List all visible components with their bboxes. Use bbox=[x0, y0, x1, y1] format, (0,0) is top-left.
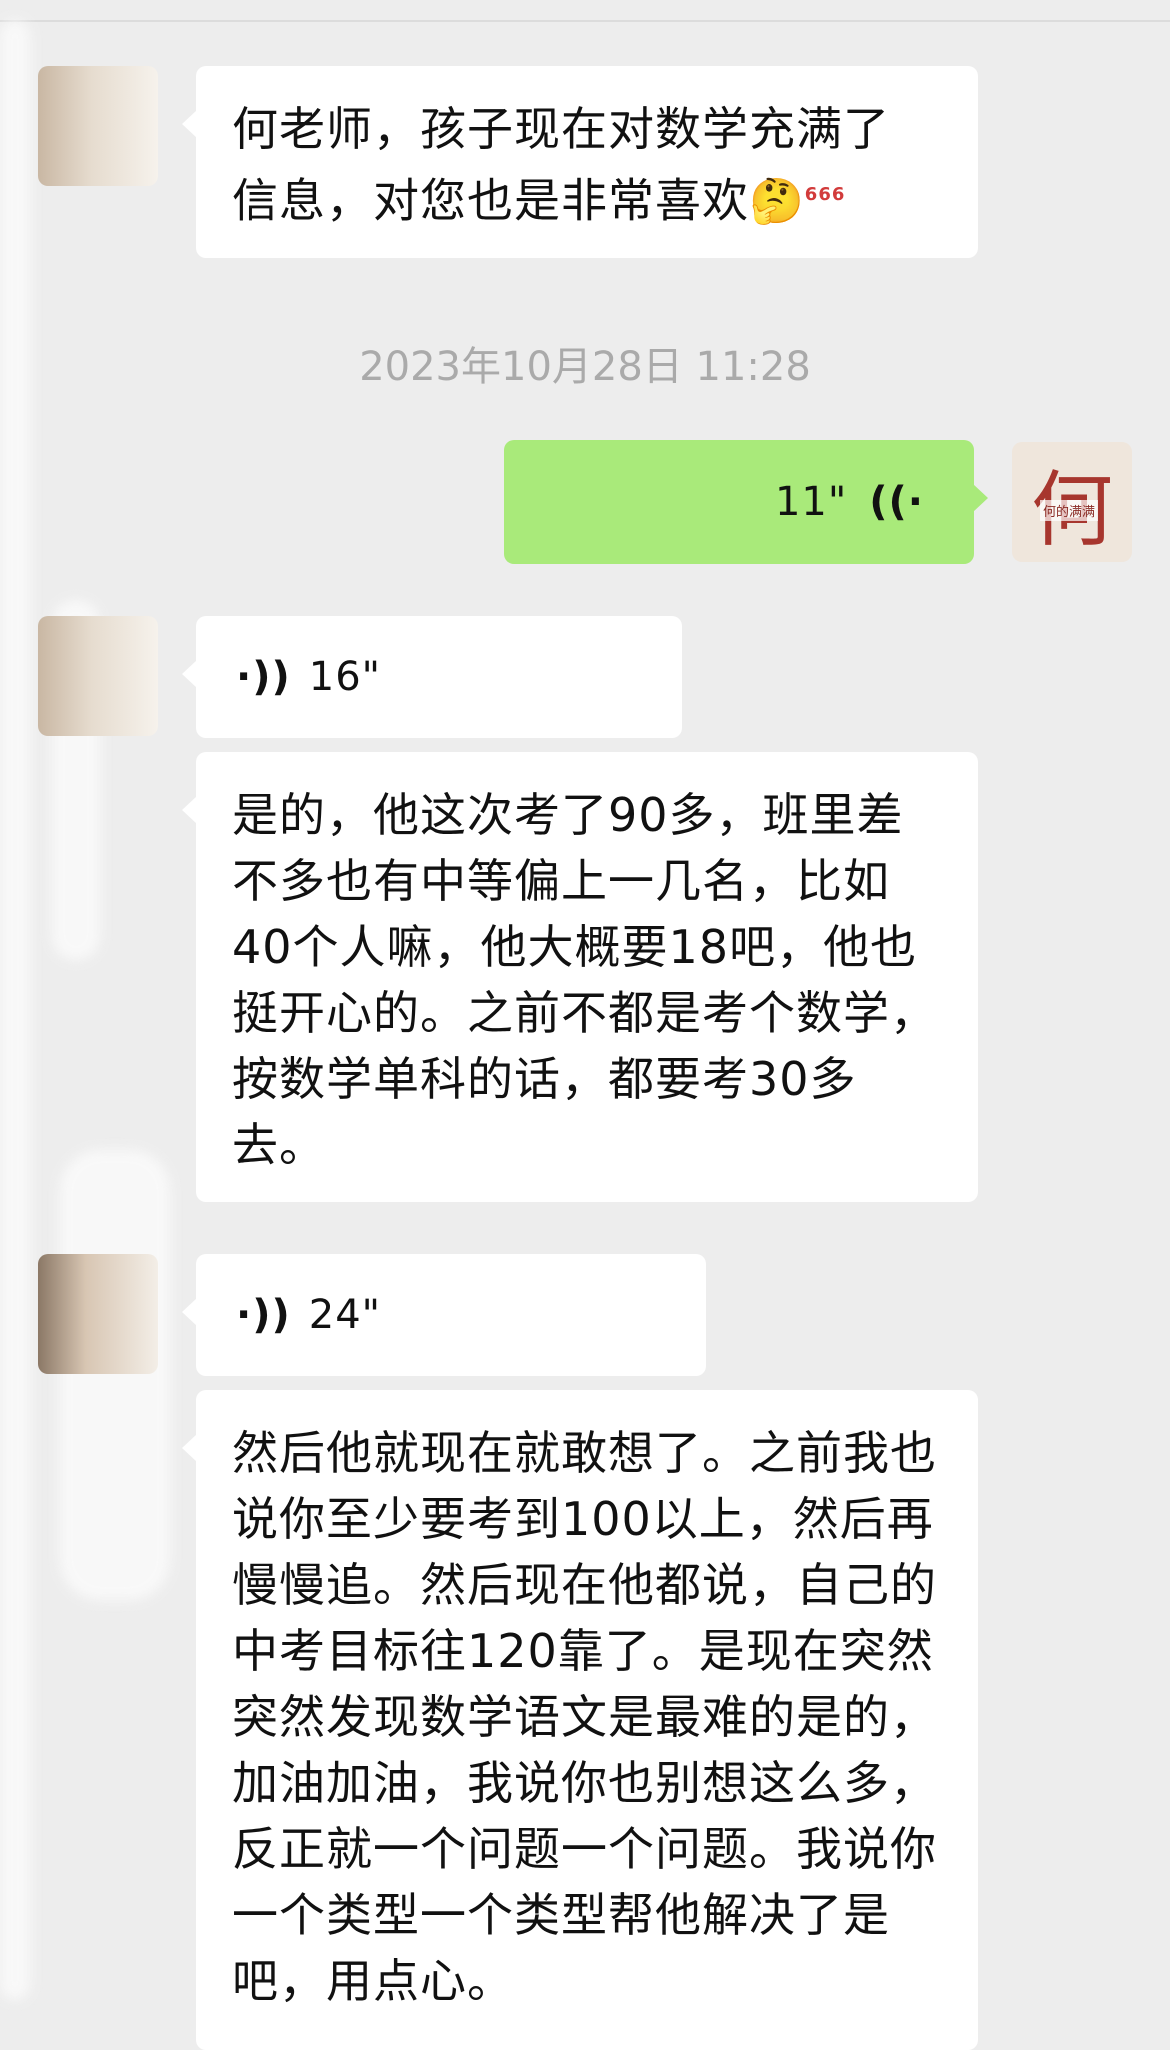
self-avatar[interactable]: 何 何的满满 bbox=[1012, 442, 1132, 562]
self-avatar-tag: 何的满满 bbox=[1040, 500, 1099, 521]
voice-message-received[interactable]: ·)) 24" bbox=[182, 1254, 706, 1376]
voice-content: ·)) 24" bbox=[196, 1254, 706, 1376]
message-line: 信息，对您也是非常喜欢 bbox=[232, 173, 749, 228]
message-bubble[interactable]: 然后他就现在就敢想了。之前我也说你至少要考到100以上，然后再慢慢追。然后现在他… bbox=[182, 1390, 978, 2050]
message-text: 是的，他这次考了90多，班里差不多也有中等偏上一几名，比如40个人嘛，他大概要1… bbox=[232, 788, 937, 1172]
contact-avatar[interactable] bbox=[38, 616, 158, 736]
contact-avatar[interactable] bbox=[38, 1254, 158, 1374]
voice-duration: 16" bbox=[308, 654, 382, 700]
voice-content: ·)) 16" bbox=[196, 616, 682, 738]
message-bubble[interactable]: 何老师，孩子现在对数学充满了 信息，对您也是非常喜欢🤔666 bbox=[182, 66, 978, 258]
voice-wave-icon: ·)) bbox=[236, 654, 291, 700]
voice-wave-icon: ·)) bbox=[236, 1292, 291, 1338]
contact-avatar[interactable] bbox=[38, 66, 158, 186]
message-text: 然后他就现在就敢想了。之前我也说你至少要考到100以上，然后再慢慢追。然后现在他… bbox=[232, 1426, 937, 2008]
redaction-blur bbox=[0, 20, 30, 2000]
redaction-blur bbox=[60, 1150, 170, 1600]
thinking-emoji-icon: 🤔 bbox=[749, 176, 805, 228]
voice-duration: 24" bbox=[308, 1292, 382, 1338]
message-line: 何老师，孩子现在对数学充满了 bbox=[232, 102, 890, 156]
voice-message-received[interactable]: ·)) 16" bbox=[182, 616, 682, 738]
top-divider bbox=[0, 20, 1170, 22]
message-line-with-emoji: 信息，对您也是非常喜欢🤔666 bbox=[232, 162, 942, 235]
voice-message-sent[interactable]: 11" ((· bbox=[504, 440, 988, 564]
voice-duration: 11" bbox=[774, 479, 848, 525]
emoji-badge: 666 bbox=[804, 184, 846, 205]
timestamp: 2023年10月28日 11:28 bbox=[359, 344, 811, 390]
voice-wave-icon: ((· bbox=[869, 479, 924, 525]
voice-content: 11" ((· bbox=[504, 440, 974, 564]
message-bubble[interactable]: 是的，他这次考了90多，班里差不多也有中等偏上一几名，比如40个人嘛，他大概要1… bbox=[182, 752, 978, 1202]
